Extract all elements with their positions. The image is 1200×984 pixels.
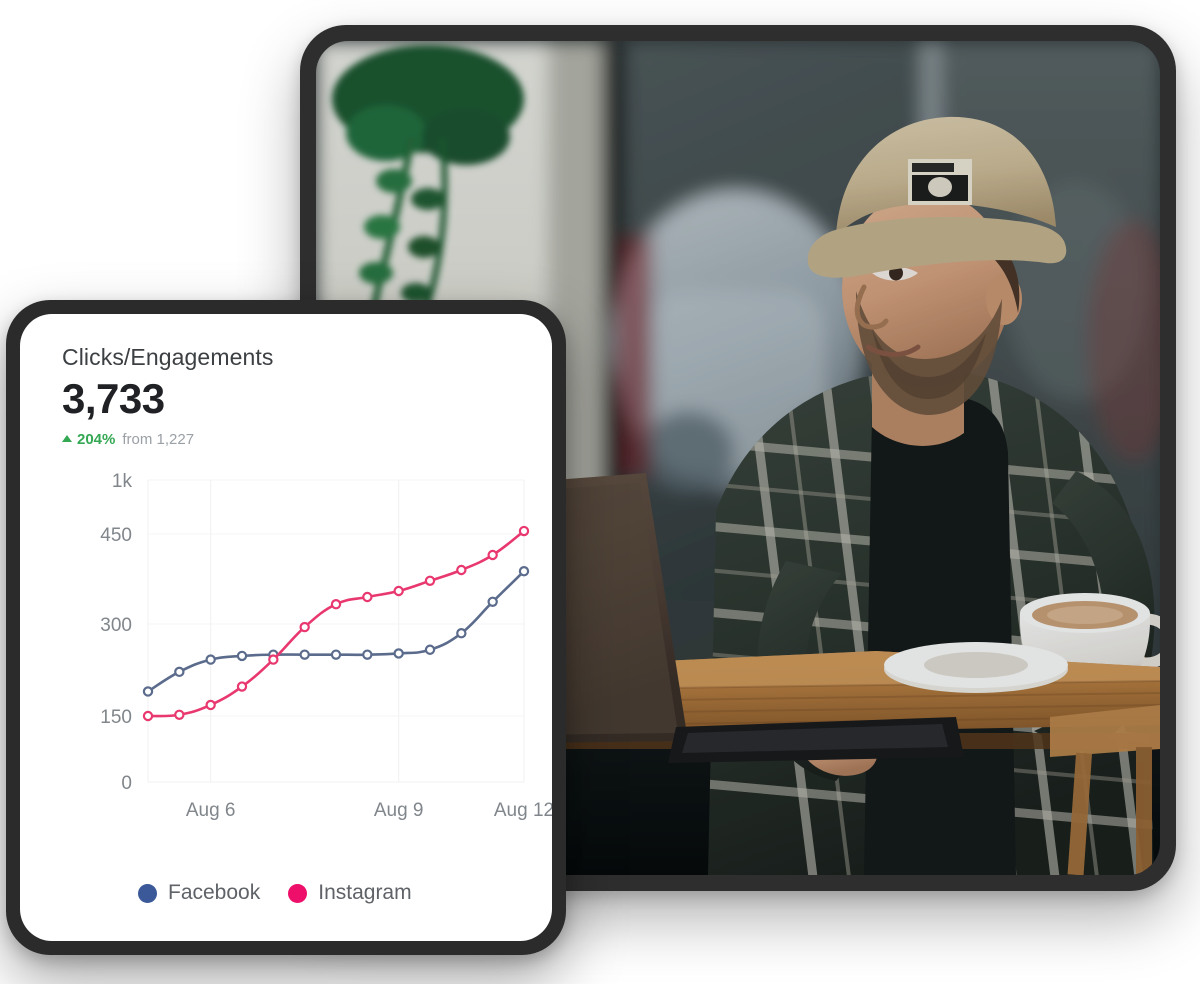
data-point[interactable]	[424, 575, 436, 587]
data-point[interactable]	[518, 525, 530, 537]
facebook-color-dot	[138, 883, 157, 903]
legend-label: Instagram	[318, 881, 412, 904]
chart-gridlines	[147, 479, 525, 783]
series-facebook	[142, 565, 530, 697]
data-point[interactable]	[424, 644, 436, 655]
data-point[interactable]	[487, 549, 498, 561]
data-point[interactable]	[205, 654, 216, 665]
legend-item-instagram[interactable]: Instagram	[288, 881, 412, 905]
data-point[interactable]	[487, 596, 498, 607]
data-point[interactable]	[362, 649, 373, 660]
data-point[interactable]	[330, 598, 342, 610]
metric-delta: 204% from 1,227	[62, 431, 552, 448]
chart-container: 0 150 300 450 1k Aug 6 Aug 9 Aug 12	[20, 464, 552, 864]
x-axis-tick-label: Aug 12	[494, 800, 552, 821]
series-line	[146, 569, 526, 693]
data-point[interactable]	[142, 686, 154, 697]
y-axis-tick-label: 0	[121, 773, 132, 794]
data-point[interactable]	[236, 650, 248, 662]
chart-x-axis-labels: Aug 6 Aug 9 Aug 12	[186, 800, 552, 821]
composition-stage: Clicks/Engagements 3,733 204% from 1,227…	[0, 0, 1200, 984]
chart-y-axis-labels: 0 150 300 450 1k	[100, 471, 132, 794]
data-point[interactable]	[174, 709, 185, 720]
data-point[interactable]	[299, 649, 310, 660]
data-point[interactable]	[518, 565, 530, 577]
data-point[interactable]	[142, 710, 154, 722]
page-title: Clicks/Engagements	[62, 344, 274, 370]
delta-percent: 204%	[77, 431, 116, 449]
y-axis-tick-label: 150	[100, 707, 132, 728]
data-point[interactable]	[393, 648, 404, 659]
instagram-color-dot	[288, 883, 308, 903]
card-header: Clicks/Engagements 3,733 204% from 1,227	[20, 314, 552, 448]
data-point[interactable]	[456, 564, 467, 576]
x-axis-tick-label: Aug 6	[186, 800, 236, 821]
data-point[interactable]	[330, 649, 342, 660]
engagement-line-chart[interactable]: 0 150 300 450 1k Aug 6 Aug 9 Aug 12	[20, 464, 552, 844]
data-point[interactable]	[393, 585, 404, 597]
y-axis-tick-label: 300	[100, 615, 132, 636]
data-point[interactable]	[174, 666, 185, 678]
data-point[interactable]	[362, 591, 373, 603]
y-axis-tick-label: 450	[100, 525, 132, 546]
y-axis-tick-label: 1k	[112, 471, 133, 492]
data-point[interactable]	[236, 681, 248, 692]
legend-label: Facebook	[168, 881, 261, 904]
phone-device: Clicks/Engagements 3,733 204% from 1,227…	[6, 300, 566, 955]
data-point[interactable]	[268, 654, 279, 665]
legend-item-facebook[interactable]: Facebook	[138, 881, 260, 905]
x-axis-tick-label: Aug 9	[374, 800, 424, 821]
data-point[interactable]	[456, 627, 467, 639]
delta-comparison: from 1,227	[122, 431, 195, 449]
trend-up-icon	[62, 435, 72, 443]
analytics-card: Clicks/Engagements 3,733 204% from 1,227…	[20, 314, 552, 941]
chart-legend: Facebook Instagram	[138, 881, 412, 905]
metric-value: 3,733	[62, 375, 165, 422]
data-point[interactable]	[205, 699, 216, 711]
data-point[interactable]	[299, 621, 310, 633]
